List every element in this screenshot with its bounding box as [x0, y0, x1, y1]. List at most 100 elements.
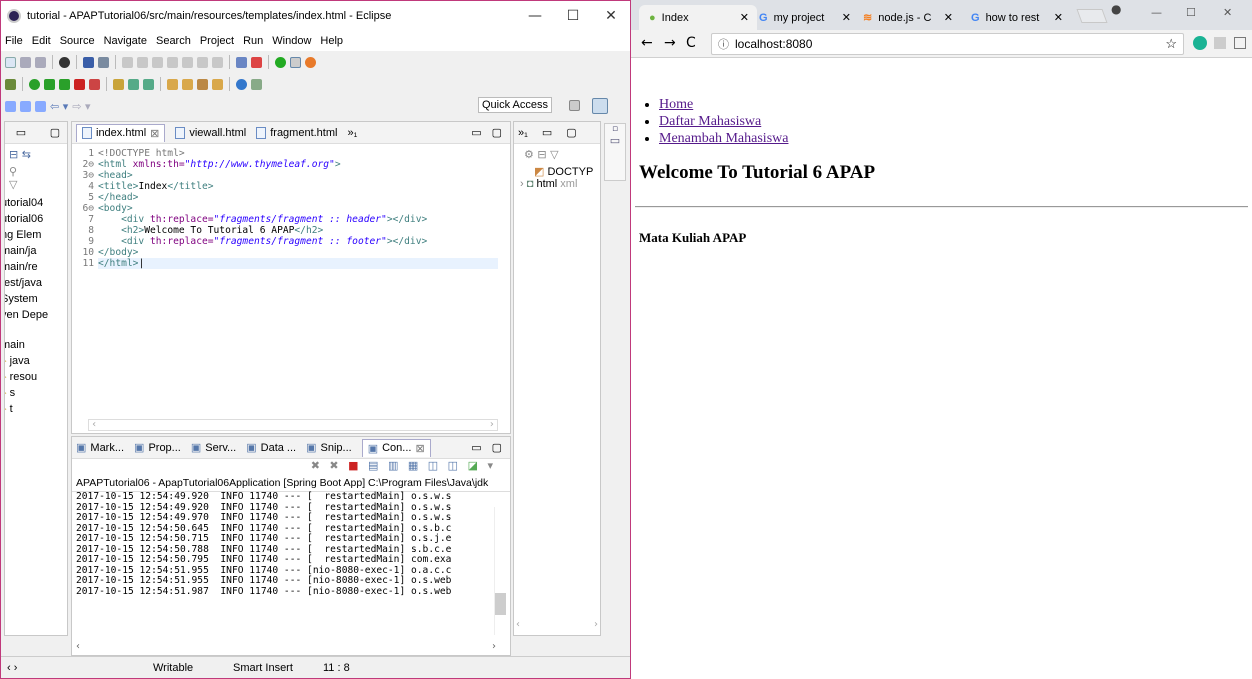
- new-file-icon[interactable]: [143, 78, 154, 90]
- terminate-console-icon[interactable]: ■: [348, 459, 361, 472]
- info-icon[interactable]: ⓘ: [718, 36, 729, 52]
- open-folder-icon[interactable]: [182, 78, 193, 90]
- last-edit-icon[interactable]: [35, 100, 46, 112]
- profile-icon[interactable]: ●: [1111, 2, 1121, 16]
- open-console-icon[interactable]: ◪: [468, 459, 481, 472]
- forward-icon[interactable]: ⇨ ▾: [72, 100, 90, 113]
- scroll-left-icon[interactable]: ‹ ›: [7, 662, 17, 674]
- palette-icon[interactable]: ▭: [605, 134, 625, 147]
- bottom-tab[interactable]: ▣ Data ...: [246, 441, 296, 455]
- disconnect-icon[interactable]: [167, 56, 178, 68]
- run-config-icon[interactable]: [59, 56, 70, 68]
- console-menu-icon[interactable]: ▾: [487, 459, 496, 472]
- open-type-icon[interactable]: [167, 78, 178, 90]
- format-icon[interactable]: [236, 56, 247, 68]
- menu-navigate[interactable]: Navigate: [104, 35, 147, 47]
- chrome-tab[interactable]: ≋ node.js - C ✕: [853, 5, 961, 30]
- code-area[interactable]: 1 <!DOCTYPE html> 2⊖ <html xmlns:th="http:/…: [72, 148, 510, 418]
- bookmark-star-icon[interactable]: ☆: [1165, 36, 1177, 52]
- console-output[interactable]: 2017-10-15 12:54:49.920 INFO 11740 --- […: [72, 491, 510, 597]
- bottom-tab[interactable]: ▣ Serv...: [191, 441, 236, 455]
- spring-icon[interactable]: [251, 56, 262, 68]
- expand-icon[interactable]: ›: [520, 178, 524, 190]
- menu-project[interactable]: Project: [200, 35, 234, 47]
- editor-tab[interactable]: viewall.html: [175, 126, 246, 139]
- cloud-icon[interactable]: [305, 56, 316, 68]
- chrome-tab[interactable]: Ghow to rest ✕: [961, 5, 1071, 30]
- console-hscroll[interactable]: ‹ ›: [76, 641, 496, 653]
- extension-m-icon[interactable]: [1193, 36, 1207, 50]
- outline-item-html[interactable]: › ◘ html xml: [514, 178, 600, 190]
- stop-icon[interactable]: [74, 78, 85, 90]
- outline-filter-icon[interactable]: ⚙: [524, 148, 534, 161]
- scroll-lock-icon[interactable]: ▥: [388, 459, 401, 472]
- menu-window[interactable]: Window: [272, 35, 311, 47]
- link-editor-icon[interactable]: ⇆: [22, 148, 31, 161]
- globe-icon[interactable]: [236, 78, 247, 90]
- close-tab-icon[interactable]: ⊠: [415, 442, 424, 455]
- nav-link[interactable]: Daftar Mahasiswa: [659, 114, 761, 129]
- console-maximize-icon[interactable]: ▢: [492, 441, 502, 454]
- perspective-icon[interactable]: [290, 56, 301, 68]
- explorer-item[interactable]: main/ja: [5, 243, 67, 259]
- close-tab-icon[interactable]: ✕: [944, 11, 953, 24]
- open-perspective-icon[interactable]: [569, 100, 580, 111]
- nav-link[interactable]: Home: [659, 97, 693, 112]
- back-icon[interactable]: ⇦ ▾: [50, 100, 68, 113]
- terminate-icon[interactable]: [152, 56, 163, 68]
- bottom-tab[interactable]: ▣ Mark...: [76, 441, 124, 455]
- menu-file[interactable]: File: [5, 35, 23, 47]
- bottom-tab[interactable]: ▣ Prop...: [134, 441, 181, 455]
- explorer-item[interactable]: ▸ s: [5, 385, 67, 401]
- close-tab-icon[interactable]: ⊠: [150, 127, 159, 140]
- remove-launch-icon[interactable]: ✖: [311, 459, 323, 472]
- clear-console-icon[interactable]: ▤: [368, 459, 381, 472]
- console-minimize-icon[interactable]: ▭: [471, 441, 481, 454]
- menu-help[interactable]: Help: [320, 35, 343, 47]
- display-console-icon[interactable]: ◫: [448, 459, 461, 472]
- maximize-button[interactable]: ☐: [554, 8, 592, 24]
- menu-edit[interactable]: Edit: [32, 35, 51, 47]
- resume-icon[interactable]: [122, 56, 133, 68]
- close-tab-icon[interactable]: ✕: [1054, 11, 1063, 24]
- minimize-button[interactable]: —: [516, 8, 554, 24]
- menu-run[interactable]: Run: [243, 35, 263, 47]
- save-all-icon[interactable]: [35, 56, 46, 68]
- new-package-icon[interactable]: [113, 78, 124, 90]
- menu-source[interactable]: Source: [60, 35, 95, 47]
- close-button[interactable]: ✕: [592, 8, 630, 24]
- toggle-icon[interactable]: [98, 56, 109, 68]
- word-wrap-icon[interactable]: ▦: [408, 459, 421, 472]
- explorer-item[interactable]: utorial04: [5, 195, 67, 211]
- step-into-icon[interactable]: [182, 56, 193, 68]
- explorer-filter-icon[interactable]: ⚲: [5, 165, 67, 178]
- debug-icon[interactable]: [5, 78, 16, 90]
- chrome-tab[interactable]: ● Index ✕: [639, 5, 757, 30]
- explorer-item[interactable]: test/java: [5, 275, 67, 291]
- run-history-icon[interactable]: [44, 78, 55, 90]
- new-class-icon[interactable]: [128, 78, 139, 90]
- explorer-item[interactable]: main/re: [5, 259, 67, 275]
- menu-search[interactable]: Search: [156, 35, 191, 47]
- chrome-minimize-button[interactable]: —: [1151, 6, 1162, 19]
- chrome-maximize-button[interactable]: ☐: [1186, 6, 1196, 19]
- close-tab-icon[interactable]: ✕: [842, 11, 851, 24]
- new-icon[interactable]: [5, 56, 16, 68]
- editor-tab[interactable]: »₁: [347, 127, 357, 139]
- remove-all-icon[interactable]: ✖: [329, 459, 341, 472]
- minimize-view-icon[interactable]: ▭: [16, 126, 26, 139]
- search-folder-icon[interactable]: [212, 78, 223, 90]
- outline-overflow[interactable]: »₁: [518, 127, 528, 139]
- editor-maximize-icon[interactable]: ▢: [492, 126, 502, 139]
- chrome-close-button[interactable]: ✕: [1223, 6, 1232, 19]
- boot-dashboard-icon[interactable]: [275, 56, 286, 68]
- outline-item-doctype[interactable]: ◩ DOCTYP: [514, 165, 600, 178]
- quick-access-field[interactable]: Quick Access: [477, 97, 552, 113]
- save-icon[interactable]: [20, 56, 31, 68]
- reload-button[interactable]: C: [686, 35, 696, 51]
- extension-gray-icon[interactable]: [1214, 37, 1226, 49]
- pencil-icon[interactable]: [197, 78, 208, 90]
- chrome-tab[interactable]: Gmy project ✕: [749, 5, 859, 30]
- address-bar[interactable]: ⓘ localhost:8080 ☆: [711, 33, 1184, 55]
- step-over-icon[interactable]: [197, 56, 208, 68]
